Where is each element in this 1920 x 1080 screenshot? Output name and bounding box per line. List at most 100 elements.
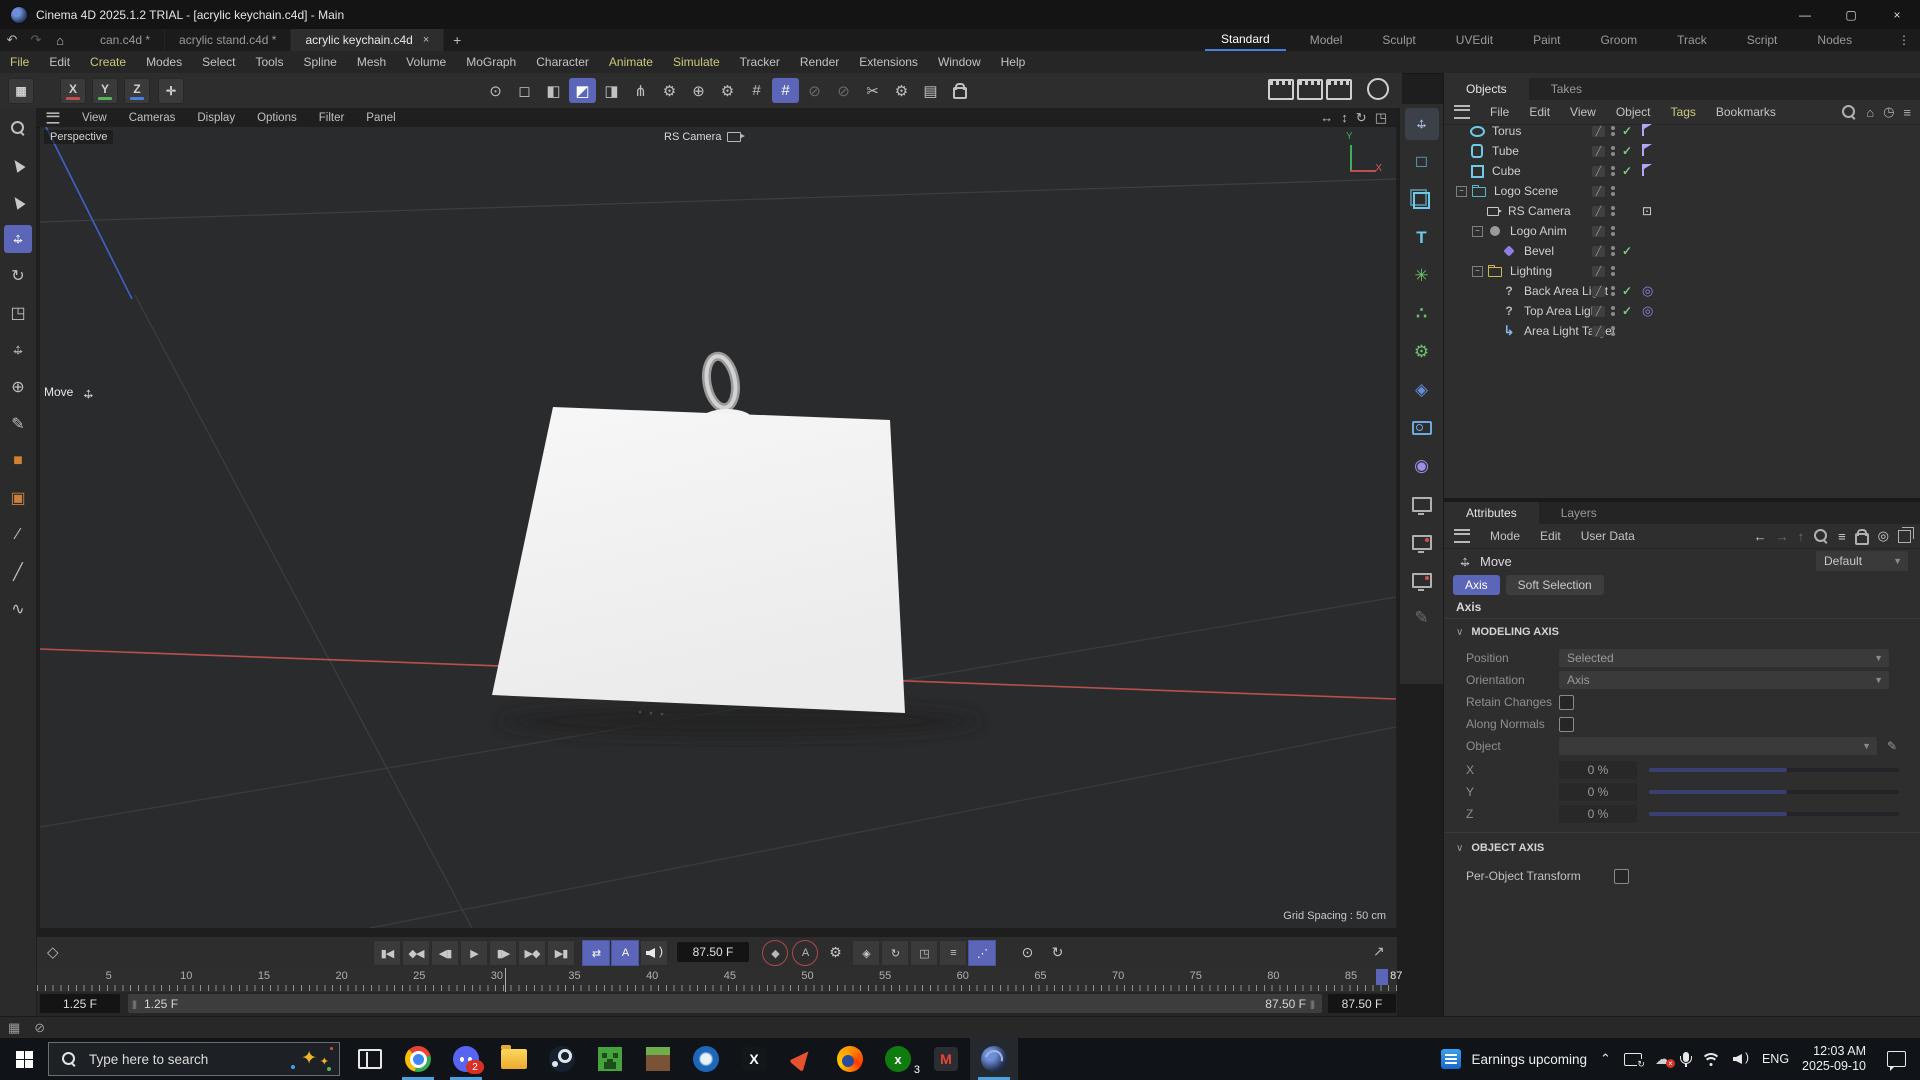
record-keyframe-button[interactable]: ◆ [762, 940, 788, 966]
y-value-field[interactable]: 0 % [1559, 783, 1637, 801]
edit-enable-icon[interactable] [1592, 246, 1605, 257]
simulate-play-icon[interactable]: ⊙ [482, 78, 509, 103]
range-bar[interactable]: ||| 1.25 F 87.50 F ||| [128, 994, 1322, 1013]
cloner-tool[interactable]: ∴ [1405, 298, 1439, 330]
goto-start-button[interactable]: ▮◀ [373, 940, 401, 966]
chrome-taskbar-button[interactable] [394, 1038, 442, 1080]
autokey-range-button[interactable]: A [611, 940, 639, 966]
visibility-dots[interactable] [1611, 166, 1615, 176]
key-pla-button[interactable]: ⋰ [968, 940, 996, 966]
back-icon[interactable]: ← [1754, 529, 1767, 544]
axis-lock-y[interactable]: Y [92, 78, 118, 104]
render-view-button[interactable] [1268, 79, 1294, 100]
effector-tool[interactable]: ✳ [1405, 260, 1439, 292]
object-row-cube[interactable]: Cube✓ [1444, 161, 1920, 181]
onedrive-error-icon[interactable]: ☁ [1655, 1050, 1670, 1068]
disabled-snap-b-icon[interactable]: ⊘ [830, 78, 857, 103]
object-axis-section[interactable]: ∨OBJECT AXIS [1456, 842, 1544, 854]
retain-changes-checkbox[interactable] [1559, 695, 1574, 710]
object-row-rs-camera[interactable]: RS Camera⊡ [1444, 201, 1920, 221]
volume-icon[interactable] [1733, 1053, 1749, 1065]
keying-settings-button[interactable]: ⚙ [822, 940, 848, 964]
document-tab-acrylic-stand-c4d-[interactable]: acrylic stand.c4d * [165, 29, 291, 51]
zoom-tool[interactable] [4, 114, 32, 142]
range-end-grip[interactable]: ||| [1310, 999, 1318, 1009]
document-tab-can-c4d-[interactable]: can.c4d * [86, 29, 165, 51]
layout-tab-model[interactable]: Model [1294, 29, 1359, 51]
viewport-menu-view[interactable]: View [71, 112, 118, 124]
snap-grid-icon[interactable]: # [743, 78, 770, 103]
layout-tab-track[interactable]: Track [1661, 29, 1723, 51]
mouse-record-button[interactable]: ⊙ [1014, 940, 1040, 964]
object-row-lighting[interactable]: −Lighting [1444, 261, 1920, 281]
brush-tool[interactable]: ∕ [4, 521, 32, 549]
light-tag-icon[interactable]: ◎ [1642, 303, 1653, 319]
visibility-dots[interactable] [1611, 246, 1615, 256]
expander-icon[interactable]: − [1456, 186, 1467, 197]
history-icon[interactable]: ◷ [1883, 104, 1894, 120]
range-start-field[interactable]: 1.25 F [40, 994, 120, 1013]
light-tag-icon[interactable]: ◎ [1642, 283, 1653, 299]
tab-attributes[interactable]: Attributes [1444, 502, 1539, 524]
dolly-view-icon[interactable]: ↕ [1341, 110, 1348, 126]
current-frame-marker[interactable] [1376, 969, 1388, 985]
undo-icon[interactable]: ↶ [0, 29, 24, 51]
free-move-tool[interactable] [4, 336, 32, 364]
visibility-dots[interactable] [1611, 286, 1615, 296]
expander-icon[interactable]: − [1472, 266, 1483, 277]
enabled-check-icon[interactable]: ✓ [1622, 144, 1632, 158]
visibility-dots[interactable] [1611, 126, 1615, 136]
close-button[interactable]: × [1874, 0, 1920, 29]
edit-enable-icon[interactable] [1592, 286, 1605, 297]
layout-tab-groom[interactable]: Groom [1584, 29, 1653, 51]
prev-frame-button[interactable]: ◀▮ [431, 940, 459, 966]
position-dropdown[interactable]: Selected▼ [1559, 649, 1889, 667]
objects-menu-object[interactable]: Object [1606, 105, 1661, 119]
viewport[interactable]: ViewCamerasDisplayOptionsFilterPanel ↔↕↻… [37, 108, 1397, 928]
render-settings-button[interactable] [1326, 79, 1352, 100]
attributes-menu-mode[interactable]: Mode [1480, 529, 1530, 543]
axis-lock-z[interactable]: Z [124, 78, 150, 104]
live-selection-tool[interactable] [4, 151, 32, 179]
minecraft-block-taskbar-button[interactable] [634, 1038, 682, 1080]
viewport-menu-display[interactable]: Display [186, 112, 246, 124]
annotate-pen-tool[interactable]: ✎ [1405, 602, 1439, 634]
poly-states-tool[interactable]: ▣ [4, 484, 32, 512]
menu-file[interactable]: File [0, 55, 39, 69]
enabled-check-icon[interactable]: ✓ [1622, 124, 1632, 138]
gmail-taskbar-button[interactable] [922, 1038, 970, 1080]
edit-enable-icon[interactable] [1592, 326, 1605, 337]
visibility-dots[interactable] [1611, 326, 1615, 336]
menu-extensions[interactable]: Extensions [849, 55, 928, 69]
toggle-view-icon[interactable]: ◳ [1375, 110, 1387, 126]
tab-takes[interactable]: Takes [1529, 78, 1604, 100]
object-row-tube[interactable]: Tube✓ [1444, 141, 1920, 161]
workplane-cut-icon[interactable]: ✂ [859, 78, 886, 103]
disabled-snap-a-icon[interactable]: ⊘ [801, 78, 828, 103]
keyframe-nav-icon[interactable]: ◇ [47, 943, 59, 961]
tray-expand-icon[interactable]: ⌃ [1600, 1051, 1611, 1067]
range-start-grip[interactable]: ||| [132, 999, 140, 1009]
motion-record-button[interactable]: ↻ [1044, 940, 1070, 964]
move-tool[interactable] [4, 225, 32, 253]
menu-render[interactable]: Render [790, 55, 849, 69]
key-parameter-button[interactable]: ≡ [939, 940, 967, 966]
object-row-bevel[interactable]: Bevel✓ [1444, 241, 1920, 261]
loop-playback-button[interactable]: ⇄ [582, 940, 610, 966]
viewport-menu-cameras[interactable]: Cameras [118, 112, 187, 124]
goto-end-button[interactable]: ▶▮ [547, 940, 575, 966]
attributes-menu-user-data[interactable]: User Data [1571, 529, 1645, 543]
tab-close-icon[interactable]: × [423, 34, 429, 46]
menu-mograph[interactable]: MoGraph [456, 55, 526, 69]
simulation-tool[interactable]: ⚙ [1405, 336, 1439, 368]
scale-tool[interactable]: ◳ [4, 299, 32, 327]
objects-menu-file[interactable]: File [1480, 105, 1519, 119]
play-button[interactable]: ▶ [460, 940, 488, 966]
visibility-dots[interactable] [1611, 186, 1615, 196]
menu-create[interactable]: Create [80, 55, 136, 69]
key-rotation-button[interactable]: ↻ [881, 940, 909, 966]
menu-simulate[interactable]: Simulate [663, 55, 730, 69]
gouraud-shading-icon[interactable]: ◩ [569, 78, 596, 103]
wireframe-display-icon[interactable]: ◻ [511, 78, 538, 103]
menu-tracker[interactable]: Tracker [730, 55, 790, 69]
